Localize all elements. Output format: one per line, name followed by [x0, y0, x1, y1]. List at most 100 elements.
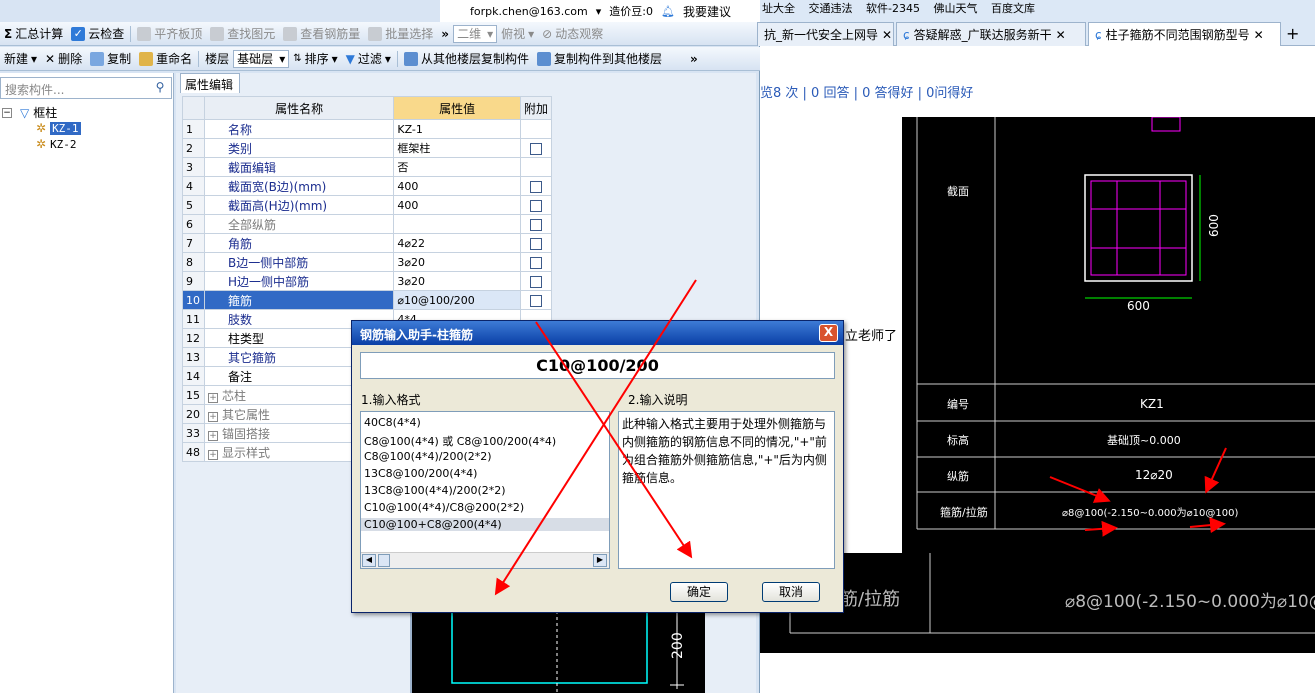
delete-button[interactable]: ✕ 删除	[41, 48, 86, 70]
tab-property-edit[interactable]: 属性编辑	[180, 73, 240, 93]
property-row[interactable]: 2 类别 框架柱	[182, 138, 553, 158]
component-search-input[interactable]: 搜索构件...	[0, 77, 172, 99]
property-row[interactable]: 4 截面宽(B边)(mm) 400	[182, 176, 553, 196]
bookmark-item[interactable]: 交通违法	[809, 2, 853, 14]
property-row[interactable]: 9 H边一侧中部筋 3⌀20	[182, 271, 553, 291]
sort-button[interactable]: ⇅ 排序 ▾	[289, 48, 341, 70]
dynamic-view-button[interactable]: ⊘ 动态观察	[538, 23, 607, 45]
property-row[interactable]: 3 截面编辑否	[182, 157, 553, 177]
account-email[interactable]: forpk.chen@163.com	[470, 5, 588, 18]
extra-checkbox[interactable]	[529, 275, 542, 288]
format-list-item[interactable]: C8@100(4*4)/200(2*2)	[364, 450, 492, 463]
expand-icon[interactable]: +	[207, 430, 218, 441]
rename-button[interactable]: 重命名	[135, 48, 196, 70]
extra-checkbox[interactable]	[529, 180, 542, 193]
property-name[interactable]: 截面编辑	[203, 157, 395, 177]
filter-button[interactable]: ▼ 过滤 ▾	[342, 48, 395, 70]
col-header-extra[interactable]: 附加	[519, 96, 553, 120]
copy-button[interactable]: 复制	[86, 48, 135, 70]
extra-checkbox[interactable]	[529, 256, 542, 269]
extra-checkbox[interactable]	[529, 199, 542, 212]
close-icon[interactable]: ✕	[882, 28, 892, 42]
top-view-button[interactable]: 俯视 ▾	[497, 23, 538, 45]
property-name[interactable]: B边一侧中部筋	[203, 252, 395, 272]
scroll-thumb[interactable]	[378, 554, 390, 567]
property-name[interactable]: 截面高(H边)(mm)	[203, 195, 395, 215]
tree-item-kz1[interactable]: ✲ KZ-1	[36, 121, 81, 135]
scroll-right-icon[interactable]: ▶	[593, 554, 607, 567]
close-icon[interactable]: X	[819, 324, 838, 342]
property-value[interactable]: 400	[393, 195, 521, 215]
browser-tab-1[interactable]: 抗_新一代安全上网导 ✕	[757, 22, 894, 46]
bookmark-item[interactable]: 佛山天气	[933, 2, 977, 14]
property-name[interactable]: 截面宽(B边)(mm)	[203, 176, 395, 196]
format-list-item[interactable]: C8@100(4*4) 或 C8@100/200(4*4)	[364, 433, 556, 449]
cancel-button[interactable]: 取消	[762, 582, 820, 602]
extra-checkbox[interactable]	[529, 237, 542, 250]
property-value[interactable]	[393, 214, 521, 234]
extra-checkbox[interactable]	[529, 294, 542, 307]
copy-to-floor-button[interactable]: 复制构件到其他楼层	[533, 48, 666, 70]
search-icon[interactable]: ⚲	[150, 80, 170, 98]
format-list-item[interactable]: 40C8(4*4)	[364, 416, 421, 429]
property-name[interactable]: 类别	[203, 138, 395, 158]
new-button[interactable]: 新建 ▾	[0, 48, 41, 70]
rebar-value-input[interactable]: C10@100/200	[360, 352, 835, 379]
find-element-button[interactable]: 查找图元	[206, 23, 279, 45]
horizontal-scrollbar[interactable]: ◀ ▶	[361, 552, 609, 568]
view-mode-select[interactable]: 二维 ▾	[453, 24, 498, 43]
property-value[interactable]: 3⌀20	[393, 252, 521, 272]
flat-slab-button[interactable]: 平齐板顶	[133, 23, 206, 45]
copy-from-floor-button[interactable]: 从其他楼层复制构件	[400, 48, 533, 70]
format-list-item[interactable]: 13C8@100/200(4*4)	[364, 467, 477, 480]
property-value[interactable]: 400	[393, 176, 521, 196]
property-row[interactable]: 1 名称 KZ-1	[182, 119, 553, 139]
batch-select-button[interactable]: 批量选择	[364, 23, 437, 45]
new-tab-plus-icon[interactable]: +	[1286, 24, 1299, 43]
property-row[interactable]: 5 截面高(H边)(mm) 400	[182, 195, 553, 215]
view-rebar-button[interactable]: 查看钢筋量	[279, 23, 364, 45]
property-value[interactable]: 否	[393, 157, 521, 177]
browser-tab-2[interactable]: ɕ 答疑解惑_广联达服务新干 ✕	[896, 22, 1086, 46]
bookmark-item[interactable]: 百度文库	[991, 2, 1035, 14]
bookmark-item[interactable]: 软件-2345	[866, 2, 920, 14]
dropdown-arrow-icon[interactable]: ▾	[596, 5, 602, 18]
bookmark-item[interactable]: 址大全	[762, 2, 795, 14]
extra-checkbox[interactable]	[529, 142, 542, 155]
floor-select[interactable]: 基础层 ▾	[233, 49, 290, 68]
close-icon[interactable]: ✕	[1254, 28, 1264, 42]
property-row[interactable]: 7 角筋 4⌀22	[182, 233, 553, 253]
tree-node-frame-column[interactable]: − ▽ 框柱	[2, 104, 57, 121]
property-name[interactable]: 角筋	[203, 233, 395, 253]
sum-button[interactable]: Σ 汇总计算	[0, 23, 67, 45]
property-name[interactable]: 全部纵筋	[203, 214, 395, 234]
format-list-item[interactable]: C10@100(4*4)/C8@200(2*2)	[364, 501, 524, 514]
cloud-check-button[interactable]: ✓ 云检查	[67, 23, 128, 45]
property-row[interactable]: 6 全部纵筋	[182, 214, 553, 234]
format-list-item[interactable]: C10@100+C8@200(4*4)	[361, 518, 609, 531]
property-value[interactable]: 框架柱	[393, 138, 521, 158]
property-value[interactable]: KZ-1	[393, 119, 521, 139]
property-row[interactable]: 10 箍筋 ⌀10@100/200	[182, 290, 553, 310]
expand-icon[interactable]: +	[207, 449, 218, 460]
suggest-link[interactable]: 我要建议	[683, 3, 731, 20]
bell-icon[interactable]: 🔔︎	[661, 5, 675, 18]
property-name[interactable]: H边一侧中部筋	[203, 271, 395, 291]
property-name[interactable]: 箍筋	[203, 290, 395, 310]
format-list-item[interactable]: 13C8@100(4*4)/200(2*2)	[364, 484, 506, 497]
property-value[interactable]: ⌀10@100/200	[393, 290, 521, 310]
collapse-icon[interactable]: −	[2, 107, 12, 118]
scroll-left-icon[interactable]: ◀	[362, 554, 376, 567]
overflow-chevron[interactable]: »	[437, 23, 453, 45]
tree-item-kz2[interactable]: ✲ KZ-2	[36, 137, 77, 151]
extra-checkbox[interactable]	[529, 218, 542, 231]
close-icon[interactable]: ✕	[1056, 28, 1066, 42]
property-value[interactable]: 4⌀22	[393, 233, 521, 253]
col-header-name[interactable]: 属性名称	[203, 96, 395, 120]
browser-tab-active[interactable]: ɕ 柱子箍筋不同范围钢筋型号 ✕	[1088, 22, 1281, 46]
property-value[interactable]: 3⌀20	[393, 271, 521, 291]
property-name[interactable]: 名称	[203, 119, 395, 139]
ok-button[interactable]: 确定	[670, 582, 728, 602]
overflow-chevron[interactable]: »	[686, 48, 702, 70]
expand-icon[interactable]: +	[207, 392, 218, 403]
